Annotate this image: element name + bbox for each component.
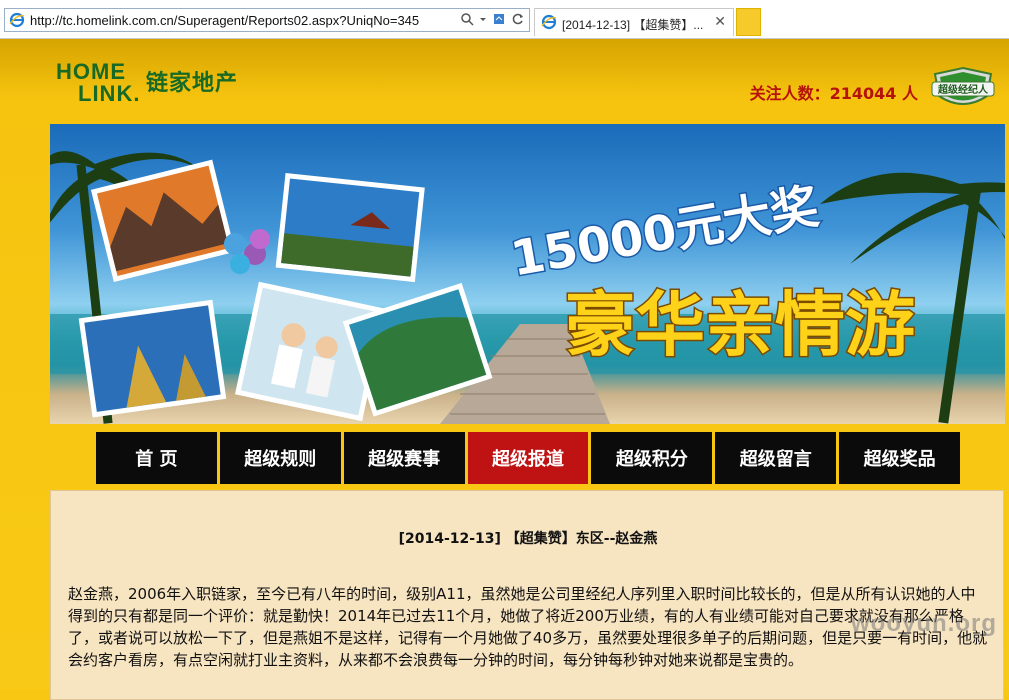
banner-headline-1: 15000元大奖 [507, 178, 823, 287]
nav-item-prizes[interactable]: 超级奖品 [839, 432, 961, 484]
close-icon[interactable]: ✕ [714, 14, 726, 30]
nav-item-messages[interactable]: 超级留言 [715, 432, 837, 484]
logo-cn-text: 链家地产 [146, 71, 239, 96]
badge-text: 超级经纪人 [937, 83, 989, 96]
nav-item-reports[interactable]: 超级报道 [467, 432, 589, 484]
address-bar[interactable]: http://tc.homelink.com.cn/Superagent/Rep… [4, 8, 530, 32]
article-panel: [2014-12-13] 【超集赞】东区--赵金燕 赵金燕，2006年入职链家，… [50, 490, 1004, 700]
nav-item-rules[interactable]: 超级规则 [219, 432, 341, 484]
tab-title: [2014-12-13] 【超集赞】... [562, 18, 704, 32]
super-agent-badge-icon: 超级经纪人 [931, 66, 995, 105]
watermark: wooyun.org [851, 610, 997, 637]
promo-banner[interactable]: 15000元大奖 豪华亲情游 [50, 124, 1005, 424]
nav-item-events[interactable]: 超级赛事 [343, 432, 465, 484]
article-title: [2014-12-13] 【超集赞】东区--赵金燕 [398, 531, 658, 547]
banner-artwork: 15000元大奖 豪华亲情游 [50, 151, 1005, 424]
article-body: 赵金燕，2006年入职链家，至今已有八年的时间，级别A11，虽然她是公司里经纪人… [68, 585, 988, 669]
homelink-logo[interactable]: HOME LINK. 链家地产 [56, 61, 256, 111]
search-icon[interactable] [460, 12, 474, 26]
browser-chrome: http://tc.homelink.com.cn/Superagent/Rep… [0, 0, 1009, 39]
ie-icon [541, 14, 557, 30]
main-nav: 首 页 超级规则 超级赛事 超级报道 超级积分 超级留言 超级奖品 [96, 432, 961, 484]
page: HOME LINK. 链家地产 关注人数：214044 人 超级经纪人 1500… [0, 39, 1009, 700]
logo-link-text: LINK. [78, 81, 141, 106]
logo-home-text: HOME [56, 59, 126, 84]
banner-headline-2: 豪华亲情游 [565, 284, 915, 366]
dropdown-icon[interactable] [479, 12, 487, 26]
nav-item-home[interactable]: 首 页 [96, 432, 217, 484]
url-text[interactable]: http://tc.homelink.com.cn/Superagent/Rep… [30, 13, 419, 28]
browser-tab[interactable]: [2014-12-13] 【超集赞】... ✕ [534, 8, 734, 36]
address-tools [460, 12, 525, 26]
refresh-icon[interactable] [511, 12, 525, 26]
ie-icon [9, 12, 25, 28]
new-tab-button[interactable] [736, 8, 761, 36]
compatibility-icon[interactable] [492, 12, 506, 26]
nav-item-points[interactable]: 超级积分 [591, 432, 713, 484]
follower-count: 关注人数：214044 人 [749, 84, 918, 103]
